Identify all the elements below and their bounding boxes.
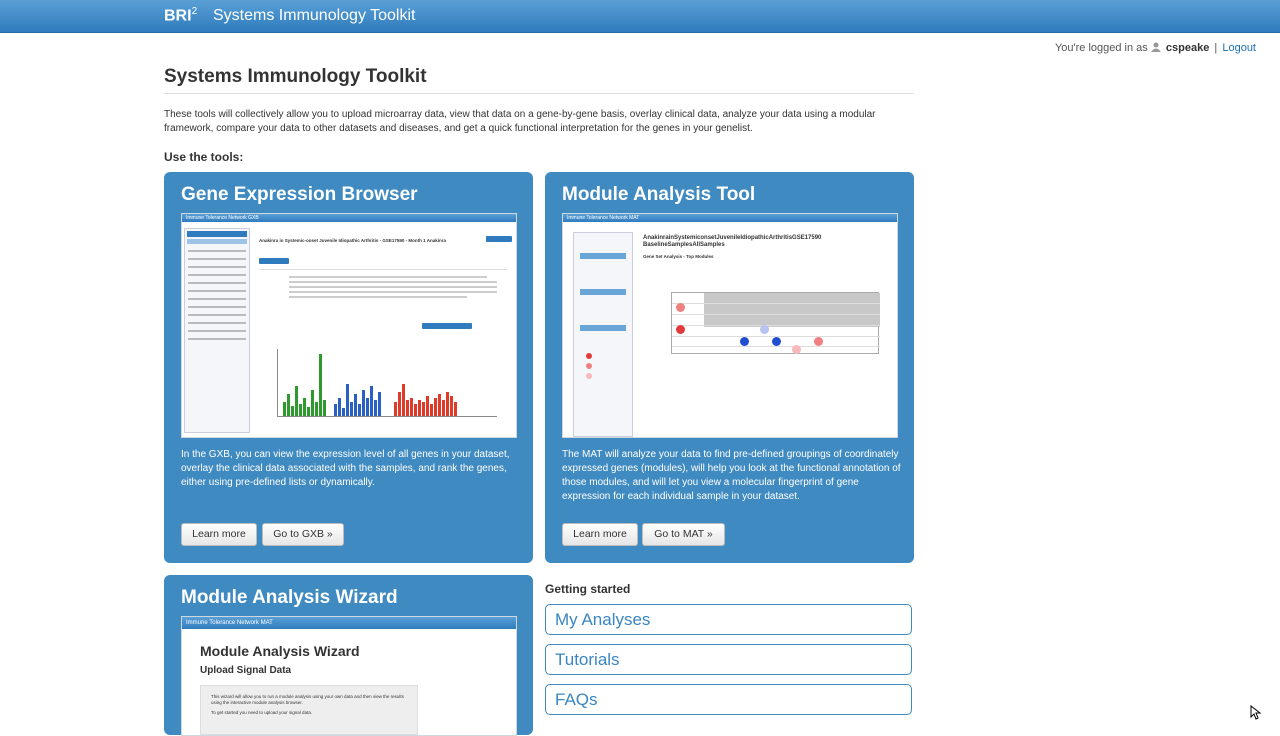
use-tools-heading: Use the tools: [164, 150, 244, 164]
gxb-shot-sidebar [184, 228, 250, 433]
username: cspeake [1165, 42, 1210, 54]
my-analyses-link[interactable]: My Analyses [545, 604, 912, 635]
gxb-description: In the GXB, you can view the expression … [181, 449, 510, 488]
mouse-cursor-icon [1250, 705, 1262, 720]
intro-text: These tools will collectively allow you … [164, 109, 876, 134]
faqs-link[interactable]: FAQs [545, 684, 912, 715]
mat-description: The MAT will analyze your data to find p… [562, 449, 901, 502]
app-title[interactable]: Systems Immunology Toolkit [213, 7, 415, 25]
login-status: You're logged in as cspeake | Logout [1055, 42, 1256, 54]
wizard-shot-text1: This wizard will allow you to run a modu… [211, 694, 404, 705]
tutorials-link[interactable]: Tutorials [545, 644, 912, 675]
mat-card: Module Analysis Tool Immune Tolerance Ne… [545, 172, 914, 563]
user-icon [1150, 42, 1161, 52]
wizard-shot-box: This wizard will allow you to run a modu… [200, 685, 418, 735]
page-title: Systems Immunology Toolkit [164, 66, 914, 94]
wizard-screenshot: Immune Tolerance Network MAT Module Anal… [181, 616, 517, 736]
top-navbar: BRI2 Systems Immunology Toolkit [0, 0, 1280, 33]
separator: | [1214, 42, 1218, 54]
brand-logo[interactable]: BRI2 [164, 6, 197, 25]
gxb-card: Gene Expression Browser Immune Tolerance… [164, 172, 533, 563]
wizard-card-title: Module Analysis Wizard [181, 587, 398, 608]
mat-learn-more-button[interactable]: Learn more [562, 523, 638, 546]
getting-started-heading: Getting started [545, 582, 631, 596]
go-to-gxb-button[interactable]: Go to GXB » [262, 523, 344, 546]
mat-shot-subheading: Gene Set Analysis - Top Modules [643, 254, 714, 259]
gxb-shot-header: Immune Tolerance Network GXB [182, 214, 516, 222]
gxb-shot-chart [277, 349, 497, 417]
gxb-card-title: Gene Expression Browser [181, 184, 418, 205]
mat-screenshot: Immune Tolerance Network MAT AnakinrainS… [562, 213, 898, 438]
mat-shot-header: Immune Tolerance Network MAT [563, 214, 897, 222]
logout-link[interactable]: Logout [1222, 42, 1256, 54]
mat-shot-grid [671, 292, 880, 354]
mat-card-title: Module Analysis Tool [562, 184, 756, 205]
gxb-shot-heading: Anakinra in Systemic-onset Juvenile Idio… [259, 238, 446, 243]
gxb-screenshot: Immune Tolerance Network GXB Anakinra in… [181, 213, 517, 438]
main-content: Systems Immunology Toolkit These tools w… [164, 66, 914, 164]
mat-shot-heading: AnakinrainSystemiconsetJuvenileIdiopathi… [643, 235, 822, 248]
wizard-card: Module Analysis Wizard Immune Tolerance … [164, 575, 533, 736]
mat-shot-sidebar [573, 232, 633, 437]
gxb-learn-more-button[interactable]: Learn more [181, 523, 257, 546]
wizard-shot-heading: Module Analysis Wizard [200, 643, 360, 659]
wizard-shot-header: Immune Tolerance Network MAT [182, 617, 516, 629]
wizard-shot-subheading: Upload Signal Data [200, 665, 292, 676]
wizard-shot-text2: To get started you need to upload your s… [211, 710, 313, 715]
login-prefix: You're logged in as [1054, 42, 1148, 54]
go-to-mat-button[interactable]: Go to MAT » [642, 523, 725, 546]
